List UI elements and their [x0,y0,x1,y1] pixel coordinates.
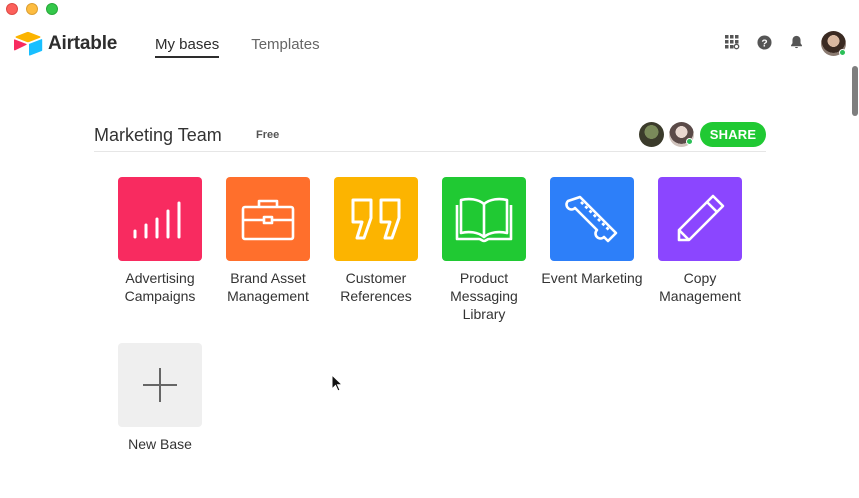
collaborator-online-dot [686,138,693,145]
base-icon-tile[interactable] [334,177,418,261]
base-icon-tile[interactable] [226,177,310,261]
ticket-icon [565,195,618,243]
airtable-logo[interactable]: Airtable [13,31,117,57]
airtable-logo-icon [14,31,43,56]
base-tile-brand-asset-management[interactable]: Brand Asset Management [214,177,322,305]
base-name[interactable]: Event Marketing [538,269,646,287]
page-scrollbar[interactable] [851,62,859,498]
logo-text: Airtable [48,33,118,54]
collaborator-avatar-1[interactable] [639,122,664,147]
base-name[interactable]: Advertising Campaigns [106,269,214,305]
workspace-plan-badge: Free [256,129,280,141]
share-button[interactable]: SHARE [700,122,766,147]
tab-templates[interactable]: Templates [251,36,319,58]
base-name[interactable]: Copy Management [646,269,754,305]
window-minimize-button[interactable] [26,3,38,15]
pencil-icon [677,194,725,242]
briefcase-icon [241,199,295,241]
window-maximize-button[interactable] [46,3,58,15]
base-name[interactable]: Product Messaging Library [430,269,538,323]
scrollbar-thumb[interactable] [852,66,858,116]
window-controls [6,3,58,15]
base-tile-advertising-campaigns[interactable]: Advertising Campaigns [106,177,214,305]
base-tile-product-messaging-library[interactable]: Product Messaging Library [430,177,538,323]
base-name[interactable]: Brand Asset Management [214,269,322,305]
plus-icon [143,368,177,402]
book-icon [455,197,513,243]
new-base-button[interactable] [118,343,202,427]
window-close-button[interactable] [6,3,18,15]
base-icon-tile[interactable] [118,177,202,261]
workspace-header: Marketing Team Free SHARE [94,118,766,152]
new-base-tile[interactable]: New Base [106,343,214,453]
tab-my-bases[interactable]: My bases [155,36,220,58]
base-icon-tile[interactable] [550,177,634,261]
main-nav: My bases Templates [155,36,320,58]
svg-text:?: ? [761,38,767,49]
base-icon-tile[interactable] [442,177,526,261]
mouse-cursor-icon [331,374,343,392]
help-icon[interactable]: ? [756,34,772,50]
online-status-dot [839,49,846,56]
quote-icon [351,198,401,240]
base-tile-copy-management[interactable]: Copy Management [646,177,754,305]
base-tile-event-marketing[interactable]: Event Marketing [538,177,646,287]
base-name[interactable]: Customer References [322,269,430,305]
workspace-title[interactable]: Marketing Team [94,125,222,146]
header-actions: ? [724,34,804,50]
base-icon-tile[interactable] [658,177,742,261]
apps-grid-icon[interactable] [724,34,740,50]
bar-chart-icon [133,201,181,239]
base-tile-customer-references[interactable]: Customer References [322,177,430,305]
new-base-label[interactable]: New Base [106,435,214,453]
notifications-bell-icon[interactable] [788,34,804,50]
